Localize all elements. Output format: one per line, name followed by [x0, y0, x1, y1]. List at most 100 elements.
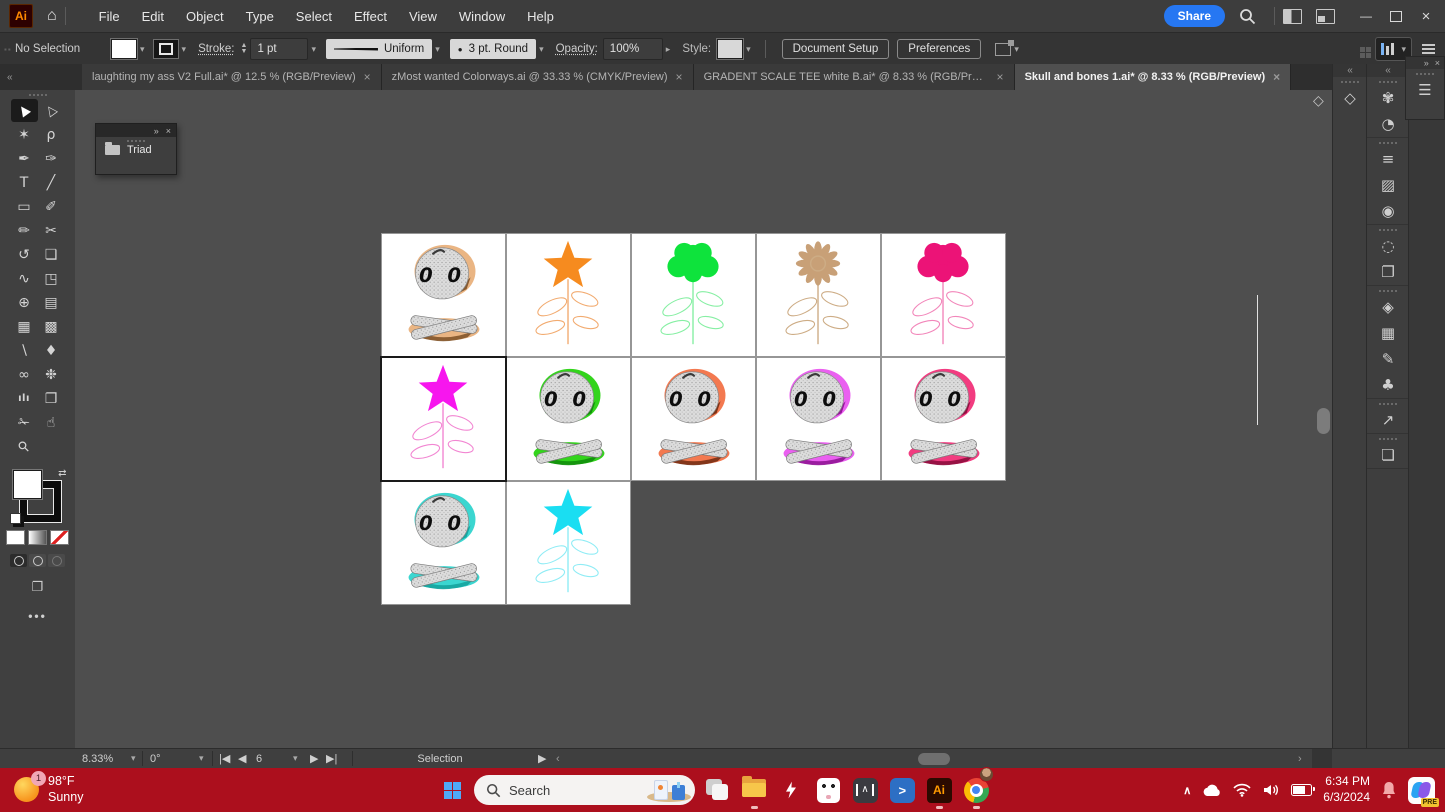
- status-arrow-icon[interactable]: ▶: [538, 749, 546, 768]
- artboard-4[interactable]: [756, 233, 881, 357]
- brushes-panel[interactable]: ✎: [1367, 346, 1409, 372]
- artboard-11[interactable]: 0 0: [381, 481, 506, 605]
- artboard-12[interactable]: [506, 481, 631, 605]
- transparency-panel[interactable]: ◉: [1367, 198, 1409, 224]
- artboard-tool[interactable]: ❐: [38, 387, 65, 410]
- illustrator-button[interactable]: Ai: [924, 770, 954, 810]
- scale-tool[interactable]: ❏: [38, 243, 65, 266]
- selection-tool[interactable]: ▲: [11, 99, 38, 122]
- maximize-button[interactable]: [1381, 3, 1411, 29]
- artboard-1[interactable]: 0 0: [381, 233, 506, 357]
- lightning-app-button[interactable]: [776, 770, 806, 810]
- scissors-tool[interactable]: ✂: [38, 219, 65, 242]
- dock-collapse-icon[interactable]: «: [1333, 64, 1367, 77]
- color-button[interactable]: [6, 530, 25, 545]
- copilot-icon[interactable]: PRE: [1408, 777, 1435, 804]
- chevron-down-icon[interactable]: ▾: [128, 749, 136, 768]
- menu-view[interactable]: View: [398, 9, 448, 24]
- free-transform-tool[interactable]: ◳: [38, 267, 65, 290]
- appearance-panel[interactable]: ◌: [1367, 233, 1409, 259]
- asset-export-panel[interactable]: ↗: [1367, 407, 1409, 433]
- scroll-left-icon[interactable]: ‹: [556, 749, 560, 768]
- artboards-panel[interactable]: ▦: [1367, 320, 1409, 346]
- wifi-icon[interactable]: [1233, 783, 1251, 797]
- 3d-materials-panel[interactable]: ◇: [1333, 85, 1367, 111]
- color-panel[interactable]: ✾: [1367, 85, 1409, 111]
- draw-normal-button[interactable]: [10, 554, 27, 567]
- mesh-tool[interactable]: ▦: [11, 315, 38, 338]
- chevron-down-icon[interactable]: ▾: [435, 44, 440, 55]
- triad-panel[interactable]: » × Triad: [95, 123, 177, 175]
- document-tab[interactable]: laughting my ass V2 Full.ai* @ 12.5 % (R…: [82, 64, 382, 90]
- close-icon[interactable]: ×: [1435, 58, 1440, 68]
- menu-type[interactable]: Type: [235, 9, 285, 24]
- panel-menu-icon[interactable]: [1422, 44, 1435, 54]
- chevron-down-icon[interactable]: ▾: [311, 44, 316, 55]
- brush-definition-selector[interactable]: ●3 pt. Round: [450, 39, 536, 59]
- onedrive-icon[interactable]: [1202, 784, 1222, 797]
- task-view-button[interactable]: [702, 770, 732, 810]
- document-setup-button[interactable]: Document Setup: [782, 39, 890, 59]
- search-highlight-art[interactable]: [647, 777, 691, 803]
- shape-builder-tool[interactable]: ⊕: [11, 291, 38, 314]
- minimize-button[interactable]: —: [1351, 3, 1381, 29]
- search-icon[interactable]: [1239, 8, 1256, 25]
- rectangle-tool[interactable]: ▭: [11, 195, 38, 218]
- home-icon[interactable]: ⌂: [47, 7, 57, 25]
- document-tab[interactable]: Skull and bones 1.ai* @ 8.33 % (RGB/Prev…: [1015, 64, 1292, 90]
- direct-selection-tool[interactable]: △: [38, 99, 65, 122]
- color-guide-panel[interactable]: ◔: [1367, 111, 1409, 137]
- show-hidden-icons-chevron[interactable]: ∧: [1183, 784, 1191, 797]
- powershell-button[interactable]: >: [887, 770, 917, 810]
- battery-icon[interactable]: [1291, 784, 1312, 796]
- pencil-tool[interactable]: ✏: [11, 219, 38, 242]
- clock[interactable]: 6:34 PM 6/3/2024: [1323, 774, 1370, 805]
- close-icon[interactable]: ×: [364, 70, 371, 84]
- slice-tool[interactable]: ✁: [11, 411, 38, 434]
- chevron-down-icon[interactable]: ▾: [196, 749, 204, 768]
- menu-window[interactable]: Window: [448, 9, 516, 24]
- artboard-number-field[interactable]: 6: [256, 749, 262, 768]
- llama-app-button[interactable]: [813, 770, 843, 810]
- chevron-right-icon[interactable]: ▸: [666, 44, 671, 55]
- swap-fill-stroke-icon[interactable]: ⇄: [58, 468, 66, 479]
- canvas[interactable]: 0 00 00 00 00 00 0 » × Triad ◇: [75, 90, 1332, 748]
- next-artboard-button[interactable]: ▶: [310, 749, 318, 768]
- start-button[interactable]: [437, 775, 467, 805]
- close-icon[interactable]: ×: [1273, 70, 1280, 84]
- artboard-9[interactable]: 0 0: [756, 357, 881, 481]
- previous-artboard-button[interactable]: ◀: [238, 749, 246, 768]
- grid-dots-icon[interactable]: [1360, 47, 1365, 52]
- line-segment-tool[interactable]: ╱: [38, 171, 65, 194]
- snap-options-icon[interactable]: [995, 43, 1011, 56]
- gradient-panel[interactable]: ▨: [1367, 172, 1409, 198]
- column-graph-tool[interactable]: ılı: [11, 387, 38, 410]
- expand-panel-icon[interactable]: »: [1424, 58, 1429, 68]
- opacity-field[interactable]: 100%: [603, 38, 663, 60]
- capture-app-button[interactable]: ∧: [850, 770, 880, 810]
- chevron-down-icon[interactable]: ▾: [290, 749, 298, 768]
- puppet-warp-tool[interactable]: ∿: [11, 267, 38, 290]
- perspective-grid-tool[interactable]: ▤: [38, 291, 65, 314]
- vertical-scrollbar-thumb[interactable]: [1317, 408, 1330, 434]
- close-icon[interactable]: ×: [997, 70, 1004, 84]
- graphic-styles-panel[interactable]: ❐: [1367, 259, 1409, 285]
- stroke-panel[interactable]: ≡: [1367, 146, 1409, 172]
- symbol-sprayer-tool[interactable]: ❉: [38, 363, 65, 386]
- style-swatch[interactable]: [717, 39, 743, 59]
- file-explorer-button[interactable]: [739, 770, 769, 810]
- artboard-5[interactable]: [881, 233, 1006, 357]
- eyedropper-tool[interactable]: ♦: [38, 339, 65, 362]
- rotate-tool[interactable]: ↺: [11, 243, 38, 266]
- artboard-8[interactable]: 0 0: [631, 357, 756, 481]
- stroke-weight-field[interactable]: 1 pt: [250, 38, 308, 60]
- artboard-7[interactable]: 0 0: [506, 357, 631, 481]
- magic-wand-tool[interactable]: ✶: [11, 123, 38, 146]
- edit-toolbar-button[interactable]: •••: [0, 609, 75, 623]
- first-artboard-button[interactable]: |◀: [219, 749, 230, 768]
- gradient-button[interactable]: [28, 530, 47, 545]
- pattern-options-panel[interactable]: ❏: [1367, 442, 1409, 468]
- curvature-tool[interactable]: ✑: [38, 147, 65, 170]
- screen-mode-button[interactable]: ❐: [0, 579, 75, 595]
- stroke-weight-stepper[interactable]: ▲▼: [241, 43, 248, 55]
